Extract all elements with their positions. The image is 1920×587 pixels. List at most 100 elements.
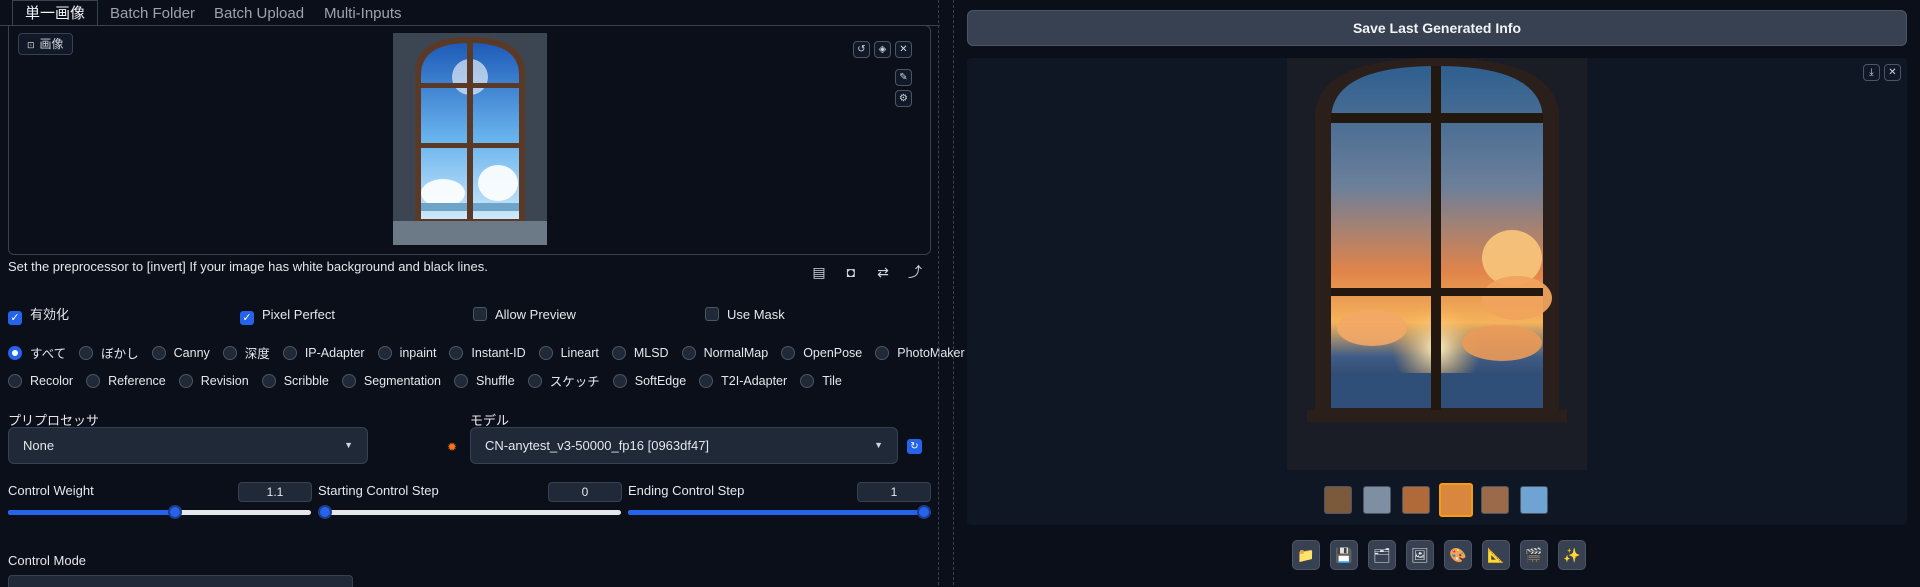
control-type-label: Lineart bbox=[560, 345, 599, 360]
control-type-row-2: Recolor Reference Revision Scribble Segmenta… bbox=[8, 371, 855, 389]
radio-dot bbox=[222, 345, 237, 360]
slider-fill bbox=[628, 510, 931, 515]
checkbox-box bbox=[705, 307, 719, 321]
starting-step-input[interactable]: 0 bbox=[548, 482, 622, 502]
radio-dot bbox=[8, 345, 22, 360]
ending-step-slider[interactable] bbox=[628, 504, 931, 520]
radio-dot bbox=[454, 373, 469, 388]
control-type-radio[interactable]: Scribble bbox=[261, 373, 329, 388]
image-icon[interactable]: 🖼 bbox=[1406, 540, 1434, 570]
control-type-label: SoftEdge bbox=[634, 373, 687, 388]
ending-step-label: Ending Control Step bbox=[628, 483, 745, 498]
control-type-radio[interactable]: Instant-ID bbox=[449, 345, 526, 360]
control-type-radio[interactable]: ぼかし bbox=[79, 343, 139, 362]
download-icon[interactable]: ⤓ bbox=[1863, 64, 1880, 81]
control-type-radio[interactable]: NormalMap bbox=[681, 345, 768, 360]
control-type-label: スケッチ bbox=[549, 375, 600, 389]
control-type-radio[interactable]: Tile bbox=[800, 373, 842, 388]
slider-thumb[interactable] bbox=[318, 505, 332, 519]
swap-icon[interactable]: ⇄ bbox=[873, 262, 893, 282]
control-type-radio[interactable]: すべて bbox=[8, 343, 66, 362]
control-type-radio[interactable]: Segmentation bbox=[341, 373, 442, 388]
folder-icon[interactable]: 📁 bbox=[1292, 540, 1320, 570]
radio-dot bbox=[282, 345, 297, 360]
gallery-thumbnail[interactable] bbox=[1324, 486, 1352, 514]
tab-batch-folder[interactable]: Batch Folder bbox=[110, 3, 195, 25]
control-mode-radio-group[interactable] bbox=[8, 575, 353, 587]
tab-single-image[interactable]: 単一画像 bbox=[12, 0, 99, 27]
tab-batch-upload[interactable]: Batch Upload bbox=[214, 3, 304, 25]
use-mask-checkbox[interactable]: Use Mask bbox=[705, 306, 785, 324]
radio-dot bbox=[875, 345, 890, 360]
control-type-radio[interactable]: MLSD bbox=[611, 345, 669, 360]
close-icon[interactable]: ✕ bbox=[1884, 64, 1901, 81]
control-type-label: Recolor bbox=[30, 373, 74, 388]
settings-icon[interactable]: ⚙ bbox=[895, 90, 912, 107]
palette-icon[interactable]: 🎨 bbox=[1444, 540, 1472, 570]
gallery-thumbnail[interactable] bbox=[1402, 486, 1430, 514]
control-type-radio[interactable]: OpenPose bbox=[781, 345, 862, 360]
control-type-radio[interactable]: Recolor bbox=[8, 373, 74, 388]
document-icon[interactable]: ▤ bbox=[809, 262, 829, 282]
control-type-radio[interactable]: SoftEdge bbox=[612, 373, 687, 388]
camera-icon[interactable]: ◘ bbox=[841, 262, 861, 282]
control-type-radio[interactable]: Reference bbox=[86, 373, 166, 388]
gallery-thumbnail[interactable] bbox=[1363, 486, 1391, 514]
control-type-label: T2I-Adapter bbox=[721, 373, 788, 388]
undo-icon[interactable]: ↺ bbox=[853, 41, 870, 58]
control-type-radio[interactable]: inpaint bbox=[377, 345, 436, 360]
radio-dot bbox=[527, 373, 542, 388]
control-type-label: Segmentation bbox=[363, 373, 442, 388]
ending-step-input[interactable]: 1 bbox=[857, 482, 931, 502]
brush-icon[interactable]: ✎ bbox=[895, 69, 912, 86]
gallery-thumbnail[interactable] bbox=[1520, 486, 1548, 514]
control-weight-input[interactable]: 1.1 bbox=[238, 482, 312, 502]
control-type-row-1: すべて ぼかし Canny 深度 IP-Adapter inpaint Instant-ID… bbox=[8, 343, 978, 361]
check-icon: ✓ bbox=[8, 311, 22, 325]
save-icon[interactable]: 💾 bbox=[1330, 540, 1358, 570]
sparkle-icon[interactable]: ✨ bbox=[1558, 540, 1586, 570]
explosion-icon[interactable]: ✹ bbox=[447, 440, 457, 454]
control-type-radio[interactable]: 深度 bbox=[222, 343, 270, 362]
check-icon: ✓ bbox=[240, 311, 254, 325]
control-type-radio[interactable]: Revision bbox=[178, 373, 249, 388]
tab-multi-inputs[interactable]: Multi-Inputs bbox=[324, 3, 402, 25]
gallery-thumbnail-selected[interactable] bbox=[1439, 483, 1473, 517]
refresh-icon[interactable]: ↻ bbox=[907, 439, 922, 454]
control-type-radio[interactable]: PhotoMaker bbox=[875, 345, 965, 360]
slider-thumb[interactable] bbox=[917, 505, 931, 519]
control-type-radio[interactable]: T2I-Adapter bbox=[699, 373, 788, 388]
model-select[interactable]: CN-anytest_v3-50000_fp16 [0963df47] ▼ bbox=[470, 427, 898, 464]
save-last-generated-info-button[interactable]: Save Last Generated Info bbox=[967, 10, 1907, 46]
close-icon[interactable]: ✕ bbox=[895, 41, 912, 58]
eraser-icon[interactable]: ◈ bbox=[874, 41, 891, 58]
enable-checkbox[interactable]: ✓ 有効化 bbox=[8, 306, 69, 325]
radio-dot bbox=[341, 373, 356, 388]
control-weight-slider[interactable] bbox=[8, 504, 311, 520]
allow-preview-checkbox[interactable]: Allow Preview bbox=[473, 306, 576, 324]
control-type-radio[interactable]: スケッチ bbox=[527, 371, 600, 390]
starting-step-slider[interactable] bbox=[318, 504, 621, 520]
send-arrow-icon[interactable]: ⤴ bbox=[905, 262, 925, 282]
control-type-label: Revision bbox=[200, 373, 249, 388]
radio-dot bbox=[611, 345, 626, 360]
control-type-radio[interactable]: IP-Adapter bbox=[282, 345, 365, 360]
control-type-radio[interactable]: Shuffle bbox=[454, 373, 515, 388]
control-weight-label: Control Weight bbox=[8, 483, 94, 498]
gallery-thumbnail[interactable] bbox=[1481, 486, 1509, 514]
control-type-radio[interactable]: Canny bbox=[151, 345, 210, 360]
column-divider bbox=[953, 0, 955, 585]
control-type-label: Shuffle bbox=[476, 373, 515, 388]
film-icon[interactable]: 🎬 bbox=[1520, 540, 1548, 570]
allow-preview-label: Allow Preview bbox=[495, 307, 576, 322]
control-type-radio[interactable]: Lineart bbox=[538, 345, 599, 360]
radio-dot bbox=[781, 345, 796, 360]
pixel-perfect-label: Pixel Perfect bbox=[262, 307, 335, 322]
control-type-label: Scribble bbox=[283, 373, 329, 388]
preprocessor-select[interactable]: None ▼ bbox=[8, 427, 368, 464]
zip-icon[interactable]: 🗂 bbox=[1368, 540, 1396, 570]
slider-thumb[interactable] bbox=[167, 505, 182, 519]
pixel-perfect-checkbox[interactable]: ✓ Pixel Perfect bbox=[240, 306, 335, 325]
slider-fill bbox=[8, 510, 175, 515]
ruler-icon[interactable]: 📐 bbox=[1482, 540, 1510, 570]
